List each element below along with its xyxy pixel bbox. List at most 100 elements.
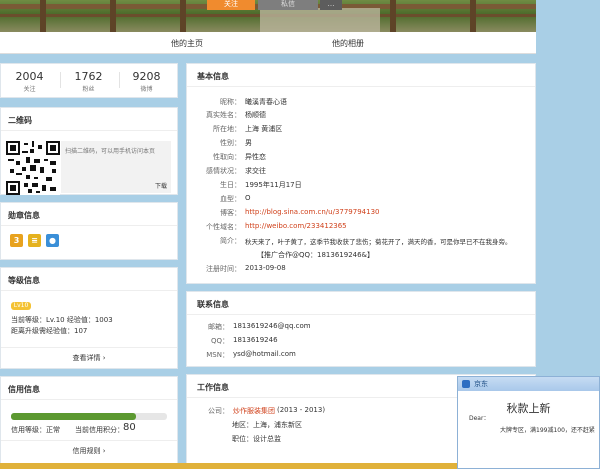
field-label: 邮箱：: [208, 323, 229, 331]
medal-blue-icon[interactable]: ●: [46, 234, 59, 247]
qrcode-info-box: 扫描二维码，可以用手机访问本页 下载: [61, 141, 171, 193]
field-label: QQ：: [210, 337, 229, 345]
field-value: 【推广合作@QQ：1813619246&】: [257, 251, 375, 259]
work-area: 地区：上海，浦东新区: [232, 421, 302, 429]
stat-number: 9208: [132, 70, 161, 83]
field-value: 秋天来了，叶子黄了，这季节我收获了悲伤；菊花开了，满天的香，可是你早已不在我身旁…: [245, 238, 512, 246]
credit-card: 信用信息 信用等级：正常 当前信用积分： 80 信用规则 ›: [0, 376, 178, 469]
divider: [187, 314, 535, 315]
company-link[interactable]: 炒作服装集团: [233, 406, 275, 416]
level-current: 当前等级：Lv.10 经验值：1003: [11, 316, 113, 324]
credit-score: 80: [123, 422, 136, 433]
basic-info-card: 基本信息 昵称： 曦溪青春心语 真实姓名： 杨顺德 所在地： 上海 黄浦区 性别：男 …: [186, 63, 536, 284]
popup-body: 大牌专区，满199减100，还不赶紧: [500, 427, 595, 434]
field-label: 感情状况：: [206, 167, 241, 175]
field-value: 上海 黄浦区: [245, 125, 283, 133]
field-value: ysd@hotmail.com: [233, 350, 296, 358]
card-title: 信用信息: [8, 385, 40, 394]
field-value: 2013-09-08: [245, 264, 286, 272]
field-label: 个性域名：: [206, 223, 241, 231]
divider: [1, 347, 177, 348]
card-title: 勋章信息: [8, 211, 40, 220]
field-label: 简介：: [220, 237, 241, 245]
field-value: 1813619246: [233, 336, 278, 344]
blog-link[interactable]: http://blog.sina.com.cn/u/3779794130: [245, 208, 379, 216]
medal-3-icon[interactable]: 3: [10, 234, 23, 247]
card-title: 二维码: [8, 116, 32, 125]
qrcode-desc: 扫描二维码，可以用手机访问本页: [65, 148, 156, 155]
field-label: 博客：: [220, 209, 241, 217]
divider: [1, 225, 177, 226]
divider: [1, 399, 177, 400]
credit-progress-fill: [11, 413, 136, 420]
field-label: 所在地：: [213, 125, 241, 133]
stat-label: 粉丝: [82, 86, 95, 93]
fence-post: [40, 0, 46, 32]
tab-home[interactable]: 他的主页: [171, 38, 203, 49]
more-button[interactable]: …: [320, 0, 342, 10]
field-label: 注册时间：: [206, 265, 241, 273]
work-position: 职位：设计总监: [232, 435, 281, 443]
field-value: 杨顺德: [245, 111, 266, 119]
fence-post: [180, 0, 186, 32]
stat-number: 1762: [74, 70, 103, 83]
divider: [187, 86, 535, 87]
stat-label: 微博: [140, 86, 153, 93]
stats-card: 2004 关注 1762 粉丝 9208 微博: [0, 63, 178, 98]
divider: [1, 130, 177, 131]
field-value: 1813619246@qq.com: [233, 322, 311, 330]
message-button[interactable]: 私信: [258, 0, 318, 10]
fence-post: [110, 0, 116, 32]
field-value: 曦溪青春心语: [245, 98, 287, 106]
qr-code-image: [6, 141, 60, 195]
fence-post: [390, 0, 396, 32]
taskbar-strip: [0, 463, 457, 469]
credit-score-label: 当前信用积分：: [75, 426, 124, 434]
level-badge: Lv10: [11, 302, 31, 310]
credit-rules-link[interactable]: 信用规则 ›: [1, 446, 177, 456]
field-label: 生日：: [220, 181, 241, 189]
field-value: 1995年11月17日: [245, 181, 302, 189]
field-label: MSN：: [206, 351, 229, 359]
field-value: 男: [245, 139, 252, 147]
company-years: (2013 - 2013): [277, 406, 326, 414]
contact-info-card: 联系信息 邮箱： 1813619246@qq.com QQ： 1813619246 …: [186, 291, 536, 367]
level-card: 等级信息 Lv10 当前等级：Lv.10 经验值：1003 距离升级需经验值：1…: [0, 267, 178, 369]
field-label: 血型：: [220, 195, 241, 203]
profile-nav: 他的主页 他的相册: [0, 32, 536, 54]
credit-level: 信用等级：正常: [11, 426, 60, 434]
field-value: 异性恋: [245, 153, 266, 161]
field-value: 求交往: [245, 167, 266, 175]
field-label: 性别：: [220, 139, 241, 147]
follow-button[interactable]: 关注: [207, 0, 255, 10]
stat-weibo[interactable]: 9208 微博: [118, 70, 175, 93]
domain-link[interactable]: http://weibo.com/233412365: [245, 222, 347, 230]
card-title: 等级信息: [8, 276, 40, 285]
qrcode-download-link[interactable]: 下载: [155, 181, 167, 190]
popup-greeting: Dear：: [469, 415, 490, 422]
field-label: 昵称：: [220, 98, 241, 106]
stat-followers[interactable]: 1762 粉丝: [60, 70, 117, 93]
divider: [1, 290, 177, 291]
app-icon: [462, 380, 470, 388]
level-details-link[interactable]: 查看详情 ›: [1, 353, 177, 363]
medal-book-icon[interactable]: ≡: [28, 234, 41, 247]
field-label: 公司：: [208, 407, 229, 415]
stat-number: 2004: [15, 70, 44, 83]
popup-app-name: 京东: [474, 380, 488, 388]
field-value: O: [245, 194, 251, 202]
fence-post: [470, 0, 476, 32]
card-title: 联系信息: [197, 300, 229, 309]
field-label: 真实姓名：: [206, 111, 241, 119]
level-next: 距离升级需经验值：107: [11, 327, 88, 335]
field-label: 性取向：: [213, 153, 241, 161]
popup-header: 京东: [458, 377, 599, 391]
stat-label: 关注: [23, 86, 36, 93]
notification-popup[interactable]: 京东 秋款上新 Dear： 大牌专区，满199减100，还不赶紧: [457, 376, 600, 469]
banner-path: [260, 8, 380, 32]
stat-following[interactable]: 2004 关注: [1, 70, 58, 93]
profile-banner: 关注 私信 …: [0, 0, 536, 32]
tab-album[interactable]: 他的相册: [332, 38, 364, 49]
credit-progress-bar: [11, 413, 167, 420]
medals-card: 勋章信息 3 ≡ ●: [0, 202, 178, 260]
